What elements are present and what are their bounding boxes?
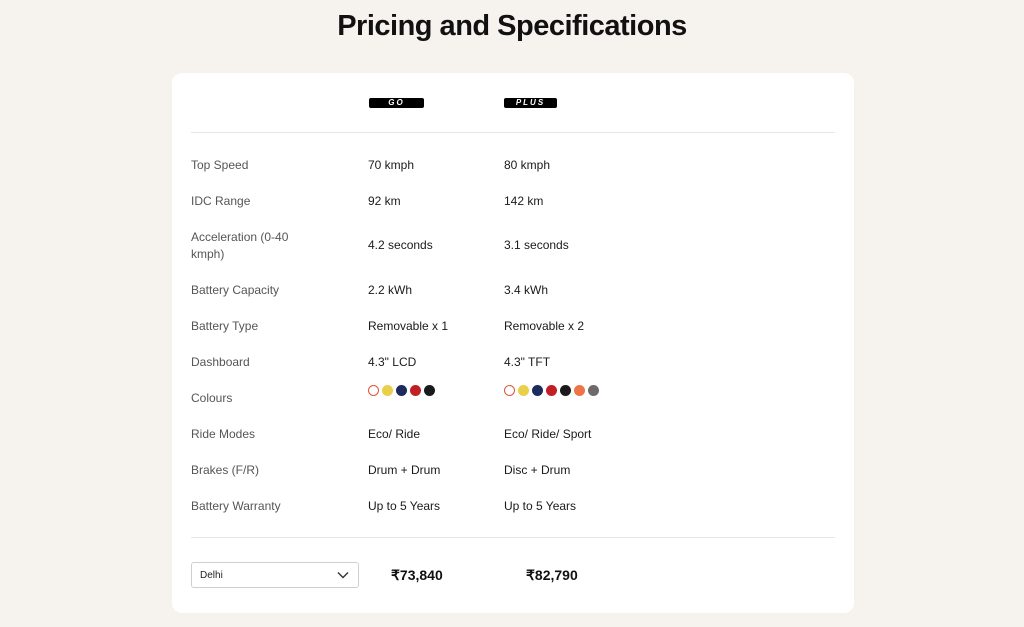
plus-value: 3.1 seconds <box>504 238 569 252</box>
go-value: Eco/ Ride <box>368 427 421 441</box>
colour-swatch[interactable] <box>546 385 557 396</box>
spec-label: Acceleration (0-40 kmph) <box>191 230 289 261</box>
colour-swatch[interactable] <box>532 385 543 396</box>
spec-label: Battery Capacity <box>191 283 280 297</box>
header-divider <box>191 132 835 133</box>
plus-value: 3.4 kWh <box>504 283 549 297</box>
spec-card: GO PLUS Top Speed 70 kmph 80 kmph IDC Ra… <box>172 73 854 613</box>
colour-swatch[interactable] <box>410 385 421 396</box>
go-colour-swatches <box>368 385 435 396</box>
plus-variant-logo: PLUS <box>504 98 557 108</box>
plus-value: 80 kmph <box>504 158 551 172</box>
colour-swatch[interactable] <box>588 385 599 396</box>
colour-swatch[interactable] <box>396 385 407 396</box>
page-title: Pricing and Specifications <box>337 10 687 42</box>
plus-price: ₹82,790 <box>526 567 578 583</box>
go-value: 70 kmph <box>368 158 415 172</box>
go-value: Removable x 1 <box>368 319 449 333</box>
colour-swatch[interactable] <box>368 385 379 396</box>
plus-value: 142 km <box>504 194 544 208</box>
plus-value: Eco/ Ride/ Sport <box>504 427 592 441</box>
spec-label: Brakes (F/R) <box>191 463 260 477</box>
pricing-divider <box>191 537 835 538</box>
spec-label: Dashboard <box>191 355 250 369</box>
spec-label: Top Speed <box>191 158 249 172</box>
go-value: 2.2 kWh <box>368 283 413 297</box>
go-value: 4.2 seconds <box>368 238 433 252</box>
spec-label: Colours <box>191 391 233 405</box>
spec-label: IDC Range <box>191 194 251 208</box>
go-value: Drum + Drum <box>368 463 441 477</box>
plus-value: 4.3" TFT <box>504 355 551 369</box>
go-value: 4.3" LCD <box>368 355 417 369</box>
spec-label: Ride Modes <box>191 427 256 441</box>
chevron-down-icon <box>337 572 349 579</box>
city-select[interactable]: Delhi <box>191 562 359 588</box>
city-select-value: Delhi <box>200 570 223 581</box>
colour-swatch[interactable] <box>518 385 529 396</box>
plus-colour-swatches <box>504 385 599 396</box>
go-value: Up to 5 Years <box>368 499 441 513</box>
plus-value: Removable x 2 <box>504 319 585 333</box>
go-price: ₹73,840 <box>391 567 443 583</box>
plus-value: Disc + Drum <box>504 463 571 477</box>
colour-swatch[interactable] <box>574 385 585 396</box>
go-value: 92 km <box>368 194 401 208</box>
spec-label: Battery Warranty <box>191 499 281 513</box>
go-variant-logo: GO <box>369 98 424 108</box>
colour-swatch[interactable] <box>424 385 435 396</box>
plus-value: Up to 5 Years <box>504 499 577 513</box>
colour-swatch[interactable] <box>560 385 571 396</box>
colour-swatch[interactable] <box>504 385 515 396</box>
colour-swatch[interactable] <box>382 385 393 396</box>
spec-label: Battery Type <box>191 319 259 333</box>
